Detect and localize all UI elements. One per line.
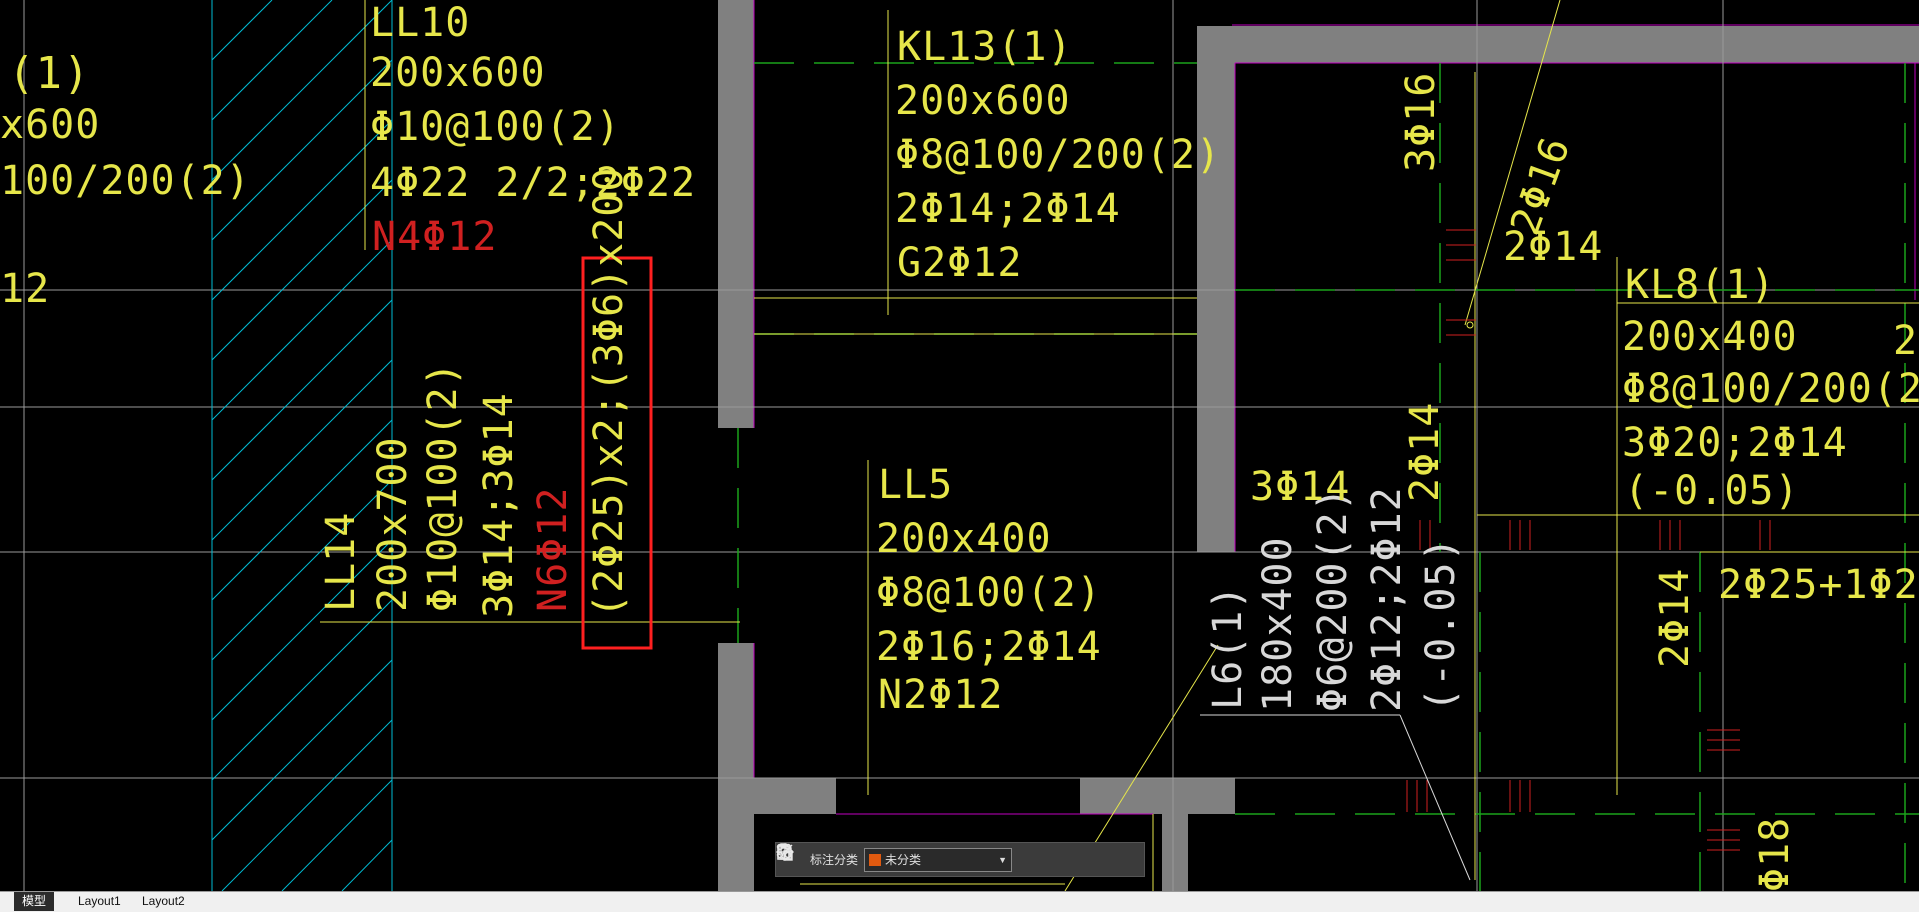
l6-bars: 2Φ12;2Φ12 <box>1364 486 1410 712</box>
chevron-down-icon: ▼ <box>998 854 1008 865</box>
left-partial-12: 12 <box>0 266 51 312</box>
v-2phi14-right: 2Φ14 <box>1652 567 1698 668</box>
copy-icon[interactable] <box>778 844 1096 871</box>
v-phi18: Φ18 <box>1752 816 1798 892</box>
annotation-toolbar: 标注分类 未分类 ▼ <box>775 842 1145 877</box>
ll10-bars: 4Φ22 2/2;2Φ22 <box>370 160 697 206</box>
kl8-elev: (-0.05) <box>1624 468 1800 514</box>
ll14-stirrup: Φ10@100(2) <box>420 361 466 612</box>
kl8-size: 200x400 <box>1622 314 1798 360</box>
kl13-size: 200x600 <box>895 78 1071 124</box>
l6-elev: (-0.05) <box>1418 536 1464 712</box>
category-value: 未分类 <box>885 853 922 867</box>
category-dropdown[interactable]: 未分类 ▼ <box>864 847 1013 872</box>
ll5-name: LL5 <box>878 462 954 508</box>
kl13-stirrup: Φ8@100/200(2) <box>895 132 1222 178</box>
kl13-bars: 2Φ14;2Φ14 <box>895 186 1121 232</box>
l6-size: 180x400 <box>1255 536 1301 712</box>
h-2phi25: 2Φ25+1Φ20 <box>1718 562 1919 608</box>
tab-layout1[interactable]: Layout1 <box>70 892 129 911</box>
highlight-bars[interactable]: (2Φ25)x2;(3Φ6)x200 <box>586 167 632 618</box>
ll14-torsion: N6Φ12 <box>530 486 576 612</box>
category-label: 标注分类 <box>810 853 859 867</box>
ll5-stirrup: Φ8@100(2) <box>876 570 1102 616</box>
v-3phi16: 3Φ16 <box>1398 71 1444 172</box>
edge-2: 2 <box>1893 318 1919 364</box>
ll10-size: 200x600 <box>370 50 546 96</box>
h-2phi14-top: 2Φ14 <box>1503 224 1604 270</box>
cad-drawing-canvas[interactable]: (1) x600 100/200(2) 12 LL10 200x600 Φ10@… <box>0 0 1919 892</box>
kl13-side: G2Φ12 <box>897 240 1023 286</box>
left-partial-count: (1) <box>8 48 91 99</box>
h-3phi14: 3Φ14 <box>1250 464 1351 510</box>
v-2phi14-mid: 2Φ14 <box>1402 401 1448 502</box>
category-color-swatch <box>869 853 882 866</box>
kl8-stirrup: Φ8@100/200(2) <box>1622 366 1919 412</box>
ll5-torsion: N2Φ12 <box>878 672 1004 718</box>
left-partial-size: x600 <box>0 102 101 148</box>
l6-stirrup: Φ6@200(2) <box>1310 486 1356 712</box>
ll10-torsion: N4Φ12 <box>372 214 498 260</box>
tab-layout2[interactable]: Layout2 <box>134 892 193 911</box>
l6-name: L6(1) <box>1205 584 1251 710</box>
ll10-name: LL10 <box>370 0 471 46</box>
kl8-bars: 3Φ20;2Φ14 <box>1622 420 1848 466</box>
ll14-name: LL14 <box>318 511 364 612</box>
kl8-name: KL8(1) <box>1625 262 1776 308</box>
ll10-stirrup: Φ10@100(2) <box>370 104 621 150</box>
kl13-name: KL13(1) <box>897 24 1073 70</box>
ll5-bars: 2Φ16;2Φ14 <box>876 624 1102 670</box>
paste-icon[interactable] <box>777 843 1124 871</box>
edit-icon[interactable] <box>777 844 1040 871</box>
left-partial-stirrup: 100/200(2) <box>0 158 251 204</box>
ll5-size: 200x400 <box>876 516 1052 562</box>
move-icon[interactable] <box>776 843 1068 871</box>
ll14-bars: 3Φ14;3Φ14 <box>476 392 522 618</box>
tab-model[interactable]: 模型 <box>14 892 55 911</box>
ll14-size: 200x700 <box>370 436 416 612</box>
layout-tab-strip: 模型 Layout1 Layout2 <box>0 891 1919 912</box>
